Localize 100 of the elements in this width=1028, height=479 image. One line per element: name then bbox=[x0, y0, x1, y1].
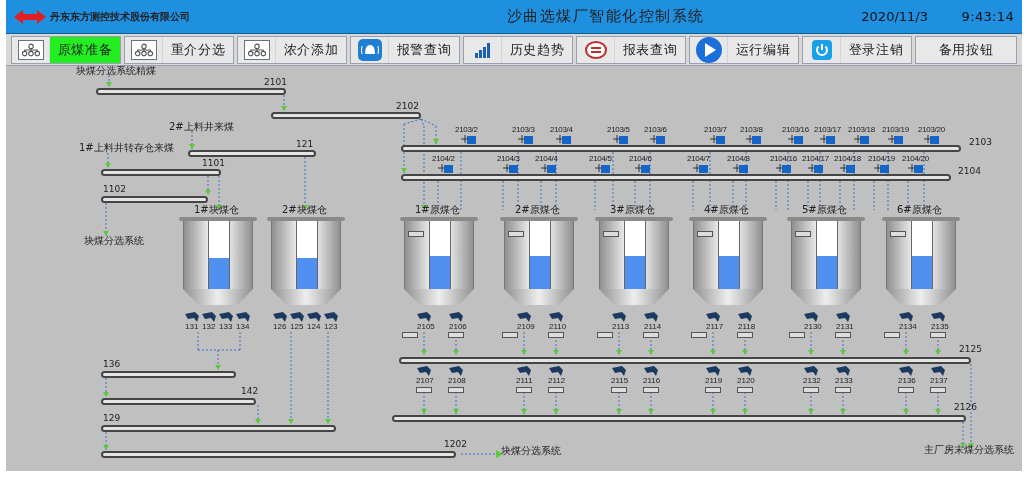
toolbar-button[interactable]: 报警查询 bbox=[350, 35, 460, 64]
feeder-label: 2131 bbox=[836, 323, 854, 331]
source-label: 主厂房末煤分选系统 bbox=[924, 445, 1014, 455]
gate-label: 2103/7 bbox=[704, 126, 727, 134]
value-display bbox=[884, 332, 900, 338]
value-display bbox=[597, 332, 613, 338]
gate-icon bbox=[556, 135, 572, 144]
value-display bbox=[516, 387, 532, 393]
gate-label: 2104/5 bbox=[589, 155, 612, 163]
gate-icon bbox=[840, 164, 856, 173]
feeder-icon bbox=[804, 312, 818, 322]
silo-label: 3#原煤仓 bbox=[610, 205, 655, 215]
gate-icon bbox=[461, 135, 477, 144]
toolbar-button[interactable]: 浓介添加 bbox=[237, 35, 347, 64]
feeder-icon bbox=[804, 366, 818, 376]
gate-icon bbox=[874, 164, 890, 173]
value-display bbox=[789, 332, 805, 338]
feeder-label: 2113 bbox=[612, 323, 630, 331]
toolbar-button[interactable]: 运行编辑 bbox=[689, 35, 799, 64]
gate-icon bbox=[541, 164, 557, 173]
toolbar-button[interactable]: 历史趋势 bbox=[463, 35, 573, 64]
feeder-icon bbox=[612, 312, 626, 322]
feeder-label: 134 bbox=[236, 323, 250, 331]
network-icon bbox=[243, 39, 270, 60]
feeder-icon bbox=[449, 366, 463, 376]
conveyor-label: 1102 bbox=[103, 185, 126, 194]
value-display bbox=[408, 231, 424, 237]
gate-label: 2103/4 bbox=[550, 126, 573, 134]
power-icon bbox=[810, 38, 833, 61]
conveyor-label: 2103 bbox=[969, 138, 992, 147]
feeder-label: 2132 bbox=[803, 377, 821, 385]
toolbar-button[interactable]: 报表查询 bbox=[576, 35, 686, 64]
conveyor-label: 1202 bbox=[444, 440, 467, 449]
feeder-label: 2114 bbox=[644, 323, 662, 331]
gate-icon bbox=[613, 135, 629, 144]
conveyor-label: 2104 bbox=[958, 167, 981, 176]
gate-label: 2103/19 bbox=[882, 126, 909, 134]
gate-label: 2104/18 bbox=[834, 155, 861, 163]
feeder-icon bbox=[549, 312, 563, 322]
gate-icon bbox=[693, 164, 709, 173]
date-text: 2020/11/3 bbox=[861, 7, 928, 26]
feeder-icon bbox=[836, 366, 850, 376]
feeder-icon bbox=[517, 366, 531, 376]
source-label: 块煤分选系统 bbox=[501, 446, 561, 456]
gate-label: 2103/3 bbox=[512, 126, 535, 134]
feeder-icon bbox=[324, 312, 338, 322]
toolbar-button[interactable]: 备用按钮 bbox=[915, 35, 1017, 64]
gate-label: 2104/19 bbox=[868, 155, 895, 163]
gate-label: 2103/17 bbox=[814, 126, 841, 134]
feeder-label: 2120 bbox=[737, 377, 755, 385]
feeder-label: 2111 bbox=[516, 377, 533, 385]
feeder-icon bbox=[417, 312, 431, 322]
gate-label: 2104/6 bbox=[629, 155, 652, 163]
gate-icon bbox=[710, 135, 726, 144]
feeder-icon bbox=[836, 312, 850, 322]
gate-label: 2103/18 bbox=[848, 126, 875, 134]
value-display bbox=[737, 332, 753, 338]
gate-label: 2104/3 bbox=[497, 155, 520, 163]
toolbar-button[interactable]: 重介分选 bbox=[124, 35, 234, 64]
value-display bbox=[416, 387, 432, 393]
feeder-icon bbox=[417, 366, 431, 376]
value-display bbox=[705, 387, 721, 393]
gate-icon bbox=[820, 135, 836, 144]
feeder-label: 2116 bbox=[643, 377, 661, 385]
gate-icon bbox=[503, 164, 519, 173]
feeder-label: 2107 bbox=[416, 377, 434, 385]
silo-label: 1#块煤仓 bbox=[194, 205, 239, 215]
conveyor-label: 2125 bbox=[959, 345, 982, 354]
feeder-icon bbox=[899, 366, 913, 376]
feeder-label: 2106 bbox=[449, 323, 467, 331]
toolbar-button[interactable]: 登录注销 bbox=[802, 35, 912, 64]
gate-icon bbox=[788, 135, 804, 144]
feeder-label: 2118 bbox=[738, 323, 756, 331]
feeder-label: 2117 bbox=[706, 323, 724, 331]
feeder-icon bbox=[307, 312, 321, 322]
toolbar-button[interactable]: 原煤准备 bbox=[11, 35, 121, 64]
feeder-label: 2115 bbox=[611, 377, 629, 385]
feeder-icon bbox=[899, 312, 913, 322]
gate-icon bbox=[635, 164, 651, 173]
gate-label: 2103/16 bbox=[782, 126, 809, 134]
company-name: 丹东东方测控技术股份有限公司 bbox=[50, 10, 191, 24]
silo-label: 5#原煤仓 bbox=[802, 205, 847, 215]
gate-icon bbox=[888, 135, 904, 144]
conveyor-label: 2102 bbox=[396, 102, 419, 111]
feeder-label: 2130 bbox=[804, 323, 822, 331]
gate-label: 2104/16 bbox=[770, 155, 797, 163]
time-text: 9:43:14 bbox=[960, 7, 1014, 26]
feeder-label: 2109 bbox=[517, 323, 535, 331]
conveyor-label: 136 bbox=[103, 360, 121, 369]
feeder-icon bbox=[290, 312, 304, 322]
silo-label: 2#原煤仓 bbox=[515, 205, 560, 215]
feeder-label: 2137 bbox=[930, 377, 948, 385]
feeder-icon bbox=[931, 366, 945, 376]
feeder-icon bbox=[549, 366, 563, 376]
gate-icon bbox=[908, 164, 924, 173]
gate-icon bbox=[746, 135, 762, 144]
feeder-icon bbox=[449, 312, 463, 322]
silo-label: 1#原煤仓 bbox=[415, 205, 460, 215]
gate-icon bbox=[924, 135, 940, 144]
silo-label: 4#原煤仓 bbox=[704, 205, 749, 215]
